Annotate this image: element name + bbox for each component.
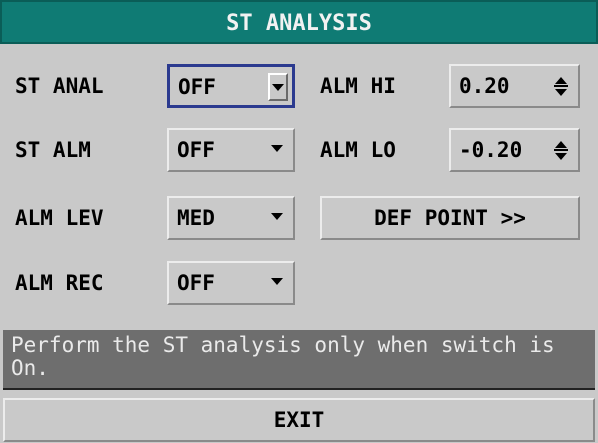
chevron-down-icon[interactable] (268, 73, 288, 101)
alm-rec-value: OFF (177, 271, 215, 295)
help-text: Perform the ST analysis only when switch… (3, 330, 595, 390)
st-anal-dropdown[interactable]: OFF (167, 64, 295, 108)
chevron-down-icon (271, 213, 283, 220)
st-anal-label: ST ANAL (15, 74, 104, 98)
exit-button[interactable]: EXIT (3, 398, 595, 442)
up-down-arrows-icon[interactable] (554, 77, 568, 97)
alm-lev-label: ALM LEV (15, 206, 104, 230)
st-anal-value: OFF (178, 75, 216, 99)
alm-lo-label: ALM LO (320, 138, 396, 162)
st-alm-label: ST ALM (15, 138, 91, 162)
chevron-down-icon (271, 278, 283, 285)
alm-lo-value: -0.20 (459, 138, 523, 162)
up-down-arrows-icon[interactable] (554, 141, 568, 161)
alm-lo-spinner[interactable]: -0.20 (449, 128, 580, 172)
dialog-title: ST ANALYSIS (0, 0, 598, 44)
def-point-button[interactable]: DEF POINT >> (320, 196, 580, 240)
alm-lev-value: MED (177, 206, 215, 230)
st-alm-dropdown[interactable]: OFF (167, 128, 295, 172)
alm-lev-dropdown[interactable]: MED (167, 196, 295, 240)
alm-rec-label: ALM REC (15, 271, 104, 295)
alm-hi-label: ALM HI (320, 74, 396, 98)
st-alm-value: OFF (177, 138, 215, 162)
alm-rec-dropdown[interactable]: OFF (167, 261, 295, 305)
chevron-down-icon (271, 145, 283, 152)
alm-hi-spinner[interactable]: 0.20 (449, 64, 580, 108)
alm-hi-value: 0.20 (459, 74, 510, 98)
